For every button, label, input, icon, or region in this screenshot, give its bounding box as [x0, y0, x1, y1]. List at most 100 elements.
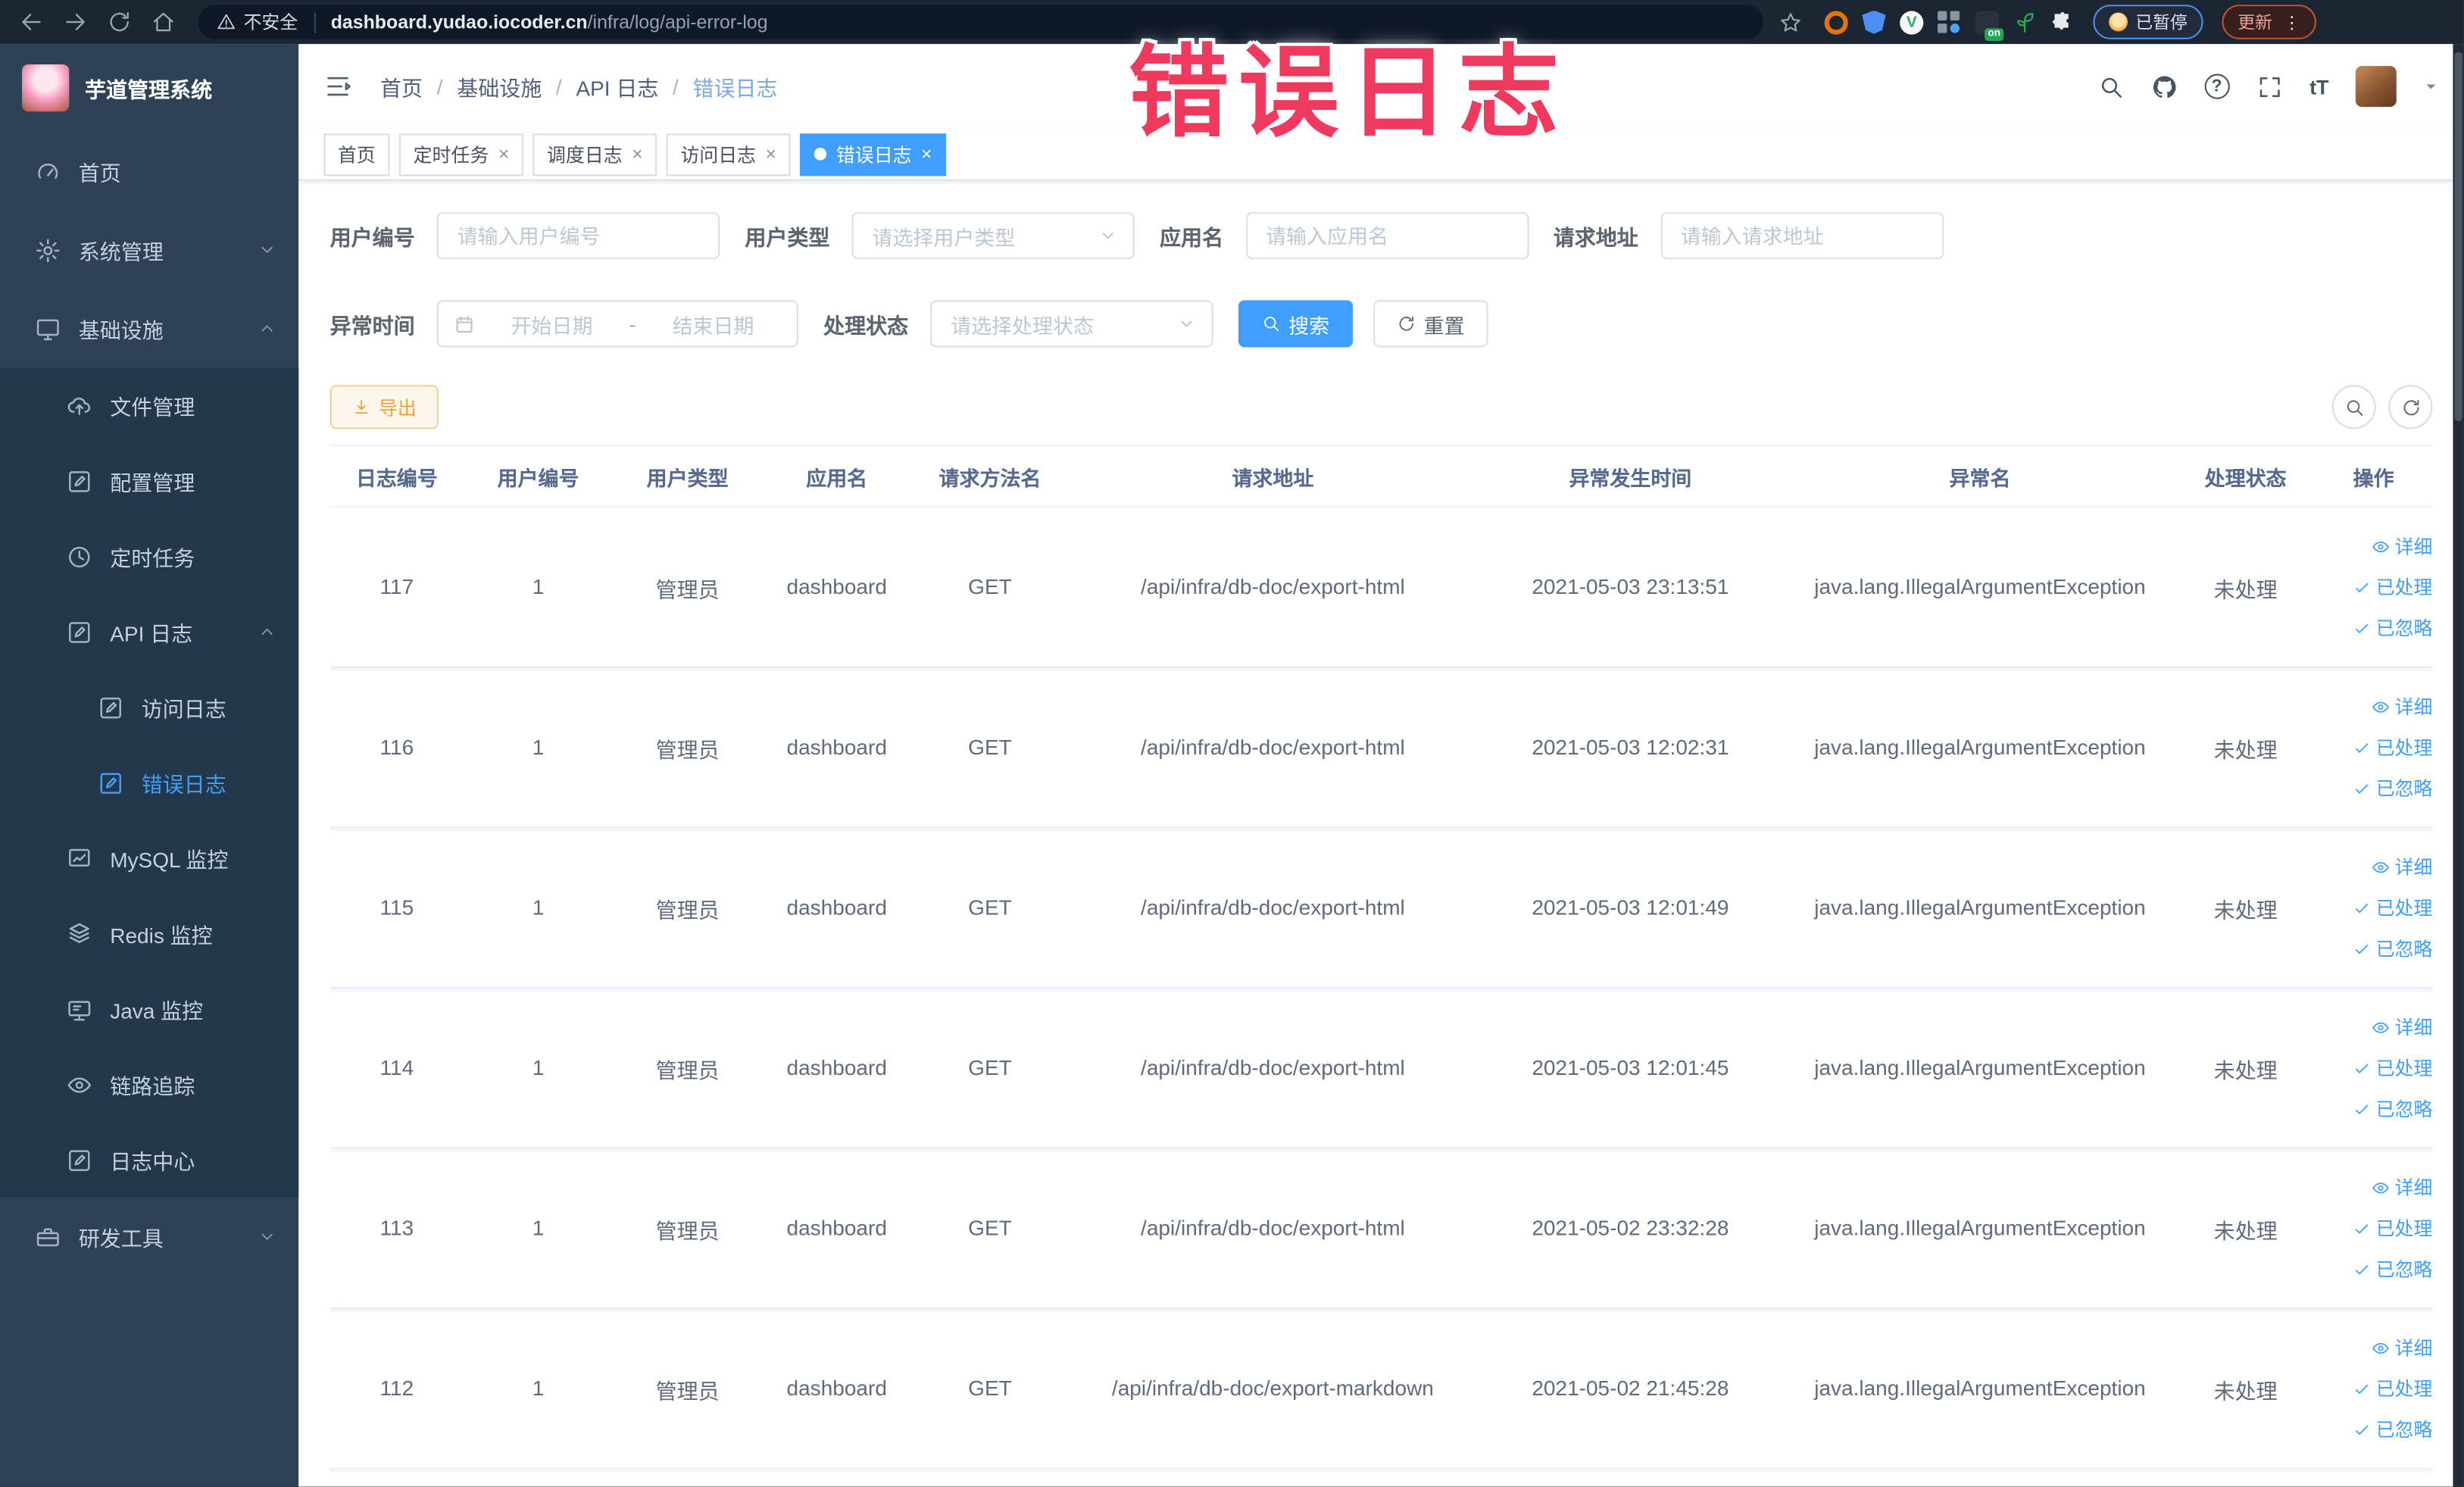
sidebar-item-file-manage[interactable]: 文件管理 [0, 367, 298, 443]
extension-grid-icon[interactable] [1937, 10, 1961, 33]
action-detail[interactable]: 详细 [2372, 533, 2432, 559]
toggle-search-button[interactable] [2331, 385, 2376, 430]
app-logo[interactable]: 芋道管理系统 [0, 44, 298, 132]
refresh-table-button[interactable] [2388, 385, 2433, 430]
reload-icon[interactable] [107, 9, 132, 34]
sidebar-item-infra[interactable]: 基础设施 [0, 289, 298, 368]
sidebar-item-dev-tools[interactable]: 研发工具 [0, 1198, 298, 1276]
action-detail[interactable]: 详细 [2372, 1174, 2432, 1201]
extension-switch-icon[interactable]: on [1975, 10, 2004, 40]
cell-actions: 详细 已处理 已忽略 [2315, 854, 2432, 962]
user-id-input[interactable] [436, 212, 720, 260]
sidebar: 芋道管理系统 首页 系统管理 基础设施 文件管理 配置管理 定时任务 API 日… [0, 44, 299, 1487]
breadcrumb-home[interactable]: 首页 [380, 70, 423, 102]
tab-home[interactable]: 首页 [323, 133, 390, 176]
sidebar-item-trace[interactable]: 链路追踪 [0, 1047, 298, 1123]
scrollbar-thumb[interactable] [2454, 52, 2462, 421]
github-icon[interactable] [2151, 73, 2178, 99]
extension-vue-devtools-icon[interactable]: V [1900, 10, 1924, 34]
app-name-input[interactable] [1245, 212, 1529, 260]
request-url-input[interactable] [1660, 212, 1944, 260]
home-icon[interactable] [151, 9, 176, 34]
chevron-down-icon [261, 1233, 273, 1240]
extension-leaf-icon[interactable] [2013, 10, 2037, 33]
url-text[interactable]: dashboard.yudao.iocoder.cn/infra/log/api… [331, 11, 768, 33]
sidebar-item-config-manage[interactable]: 配置管理 [0, 443, 298, 519]
action-ignored[interactable]: 已忽略 [2353, 1095, 2432, 1122]
breadcrumb-infra[interactable]: 基础设施 [457, 70, 542, 102]
sidebar-item-error-log[interactable]: 错误日志 [0, 745, 298, 820]
table-row: 114 1 管理员 dashboard GET /api/infra/db-do… [329, 989, 2432, 1149]
action-processed[interactable]: 已处理 [2353, 734, 2432, 761]
action-ignored[interactable]: 已忽略 [2353, 935, 2432, 961]
process-status-select[interactable]: 请选择处理状态 [930, 300, 1213, 348]
extension-orange-icon[interactable] [1824, 10, 1848, 34]
browser-update-button[interactable]: 更新 ⋮ [2222, 5, 2316, 39]
help-icon[interactable]: ? [2204, 73, 2230, 99]
breadcrumb-api-log[interactable]: API 日志 [576, 70, 658, 102]
reset-button[interactable]: 重置 [1373, 300, 1488, 348]
cell-status: 未处理 [2213, 1218, 2278, 1242]
cell-time: 2021-05-03 12:01:45 [1532, 1056, 1729, 1080]
export-button[interactable]: 导出 [329, 385, 439, 430]
sidebar-item-api-log[interactable]: API 日志 [0, 594, 298, 670]
button-label: 导出 [378, 396, 417, 419]
action-processed[interactable]: 已处理 [2353, 1375, 2432, 1401]
filter-request-url: 请求地址 [1554, 212, 1944, 260]
action-processed[interactable]: 已处理 [2353, 894, 2432, 920]
avatar[interactable] [2355, 66, 2397, 108]
action-detail[interactable]: 详细 [2372, 1334, 2432, 1360]
scrollbar-track[interactable] [2453, 44, 2464, 1487]
cell-actions: 详细 已处理 已忽略 [2315, 693, 2432, 801]
app-title: 芋道管理系统 [85, 78, 213, 102]
date-range-picker[interactable]: 开始日期 - 结束日期 [436, 300, 798, 348]
tab-access-log[interactable]: 访问日志 × [666, 133, 791, 176]
action-detail[interactable]: 详细 [2372, 1014, 2432, 1040]
action-ignored[interactable]: 已忽略 [2353, 1256, 2432, 1282]
close-icon[interactable]: × [498, 145, 510, 164]
sidebar-item-access-log[interactable]: 访问日志 [0, 670, 298, 745]
cell-method: GET [968, 1376, 1012, 1401]
cell-status: 未处理 [2213, 1058, 2278, 1082]
action-ignored[interactable]: 已忽略 [2353, 614, 2432, 641]
tab-error-log[interactable]: 错误日志 × [800, 133, 947, 176]
security-label[interactable]: 不安全 [244, 9, 298, 34]
eye-icon [2372, 540, 2389, 552]
tab-schedule-log[interactable]: 调度日志 × [532, 133, 657, 176]
sidebar-item-java-monitor[interactable]: Java 监控 [0, 971, 298, 1047]
caret-down-icon[interactable] [2423, 79, 2439, 95]
action-processed[interactable]: 已处理 [2353, 573, 2432, 600]
browser-menu-icon[interactable]: ⋮ [2283, 12, 2300, 33]
fullscreen-icon[interactable] [2256, 73, 2283, 99]
close-icon[interactable]: × [921, 145, 932, 164]
sidebar-item-mysql-monitor[interactable]: MySQL 监控 [0, 820, 298, 896]
sidebar-item-scheduled-jobs[interactable]: 定时任务 [0, 519, 298, 595]
bookmark-star-icon[interactable] [1779, 10, 1802, 33]
font-size-icon[interactable]: tT [2309, 75, 2328, 98]
sidebar-item-system[interactable]: 系统管理 [0, 211, 298, 289]
chart-icon [69, 848, 90, 866]
cell-user-type: 管理员 [655, 577, 720, 601]
extension-shield-icon[interactable] [1862, 10, 1886, 34]
sidebar-item-log-center[interactable]: 日志中心 [0, 1122, 298, 1198]
profile-paused-badge[interactable]: 已暂停 [2093, 5, 2203, 39]
close-icon[interactable]: × [632, 145, 643, 164]
extensions-puzzle-icon[interactable] [2050, 10, 2074, 33]
action-ignored[interactable]: 已忽略 [2353, 775, 2432, 801]
user-type-select[interactable]: 请选择用户类型 [851, 212, 1135, 260]
close-icon[interactable]: × [766, 145, 777, 164]
search-button[interactable]: 搜索 [1238, 300, 1354, 348]
action-detail[interactable]: 详细 [2372, 693, 2432, 720]
tab-scheduled-jobs[interactable]: 定时任务 × [398, 133, 523, 176]
action-processed[interactable]: 已处理 [2353, 1215, 2432, 1242]
search-icon[interactable] [2097, 73, 2124, 99]
hamburger-icon[interactable] [323, 72, 351, 100]
cell-app-name: dashboard [786, 895, 887, 920]
action-ignored[interactable]: 已忽略 [2353, 1416, 2432, 1442]
sidebar-item-redis-monitor[interactable]: Redis 监控 [0, 896, 298, 972]
back-icon[interactable] [19, 9, 44, 34]
forward-icon[interactable] [63, 9, 88, 34]
action-processed[interactable]: 已处理 [2353, 1054, 2432, 1081]
action-detail[interactable]: 详细 [2372, 854, 2432, 880]
sidebar-item-home[interactable]: 首页 [0, 132, 298, 211]
